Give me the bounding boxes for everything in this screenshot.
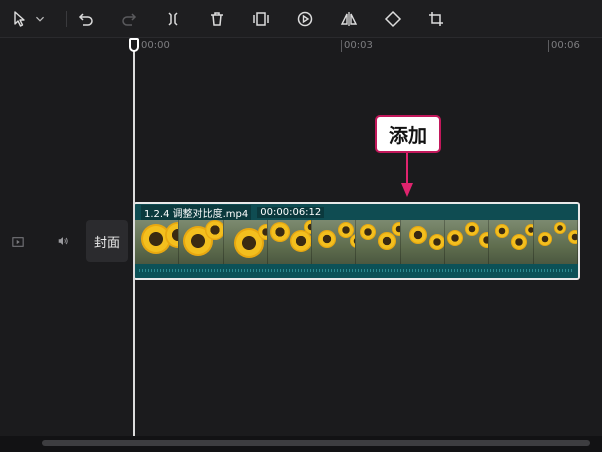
sunflower-image xyxy=(479,232,489,248)
annotation-arrow xyxy=(406,153,408,185)
sunflower-image xyxy=(567,230,577,244)
ruler-label: 00:03 xyxy=(344,40,373,51)
track-header-column: 封面 xyxy=(0,38,130,438)
video-track-icon[interactable] xyxy=(8,232,28,252)
undo-icon[interactable] xyxy=(74,7,98,31)
clip-thumbnail xyxy=(533,220,578,264)
mirror-icon[interactable] xyxy=(337,7,361,31)
time-ruler[interactable]: 00:00 00:03 00:06 xyxy=(130,38,602,58)
ruler-tick xyxy=(548,40,549,52)
sunflower-image xyxy=(537,232,552,246)
clip-filename: 1.2.4 调整对比度.mp4 xyxy=(141,204,252,220)
sunflower-image xyxy=(392,222,400,236)
sunflower-image xyxy=(447,230,464,246)
chevron-down-icon[interactable] xyxy=(32,7,48,31)
speaker-icon[interactable] xyxy=(52,230,74,252)
toolbar-divider xyxy=(66,11,67,27)
redo-icon[interactable] xyxy=(117,7,141,31)
ruler-label: 00:06 xyxy=(551,40,580,51)
sunflower-image xyxy=(408,226,427,244)
cover-button[interactable]: 封面 xyxy=(86,220,128,262)
clip-thumbnail xyxy=(179,220,224,264)
clip-duration: 00:00:06:12 xyxy=(257,206,325,218)
horizontal-scrollbar[interactable] xyxy=(0,436,602,452)
annotation-arrow-head xyxy=(401,183,413,197)
sunflower-image xyxy=(525,224,533,236)
clip-thumbnail xyxy=(445,220,490,264)
clip-thumbnail xyxy=(400,220,446,264)
sunflower-image xyxy=(378,232,397,250)
sunflower-image xyxy=(553,222,566,234)
ruler-label: 00:00 xyxy=(141,40,170,51)
playhead-handle[interactable] xyxy=(129,38,139,52)
sunflower-image xyxy=(205,220,223,240)
select-pointer-icon[interactable] xyxy=(8,7,32,31)
clip-thumbnail xyxy=(223,220,268,264)
clip-thumbnail xyxy=(356,220,401,264)
timeline-toolbar xyxy=(0,0,602,38)
sunflower-image xyxy=(428,234,445,250)
audio-waveform xyxy=(135,264,578,278)
sunflower-image xyxy=(360,224,377,240)
sunflower-image xyxy=(318,230,337,248)
delete-icon[interactable] xyxy=(205,7,229,31)
clip-thumbnail xyxy=(312,220,357,264)
sunflower-image xyxy=(495,224,510,238)
sunflower-image xyxy=(303,220,312,234)
clip-thumbnail xyxy=(267,220,313,264)
clip-thumbnail xyxy=(135,220,180,264)
clip-header: 1.2.4 调整对比度.mp4 00:00:06:12 xyxy=(135,204,578,220)
crop-icon[interactable] xyxy=(424,7,448,31)
sunflower-image xyxy=(511,234,528,250)
rotate-icon[interactable] xyxy=(381,7,405,31)
sunflower-image xyxy=(465,222,480,236)
clip-thumbnails xyxy=(135,220,578,264)
clip-thumbnail xyxy=(489,220,534,264)
split-icon[interactable] xyxy=(161,7,185,31)
video-clip[interactable]: 1.2.4 调整对比度.mp4 00:00:06:12 xyxy=(133,202,580,280)
playhead[interactable] xyxy=(129,38,139,438)
scrollbar-thumb[interactable] xyxy=(42,440,590,446)
reverse-play-icon[interactable] xyxy=(293,7,317,31)
freeze-frame-icon[interactable] xyxy=(249,7,273,31)
timeline-area[interactable]: 00:00 00:03 00:06 1.2.4 调整对比度.mp4 00:00:… xyxy=(129,38,602,438)
ruler-tick xyxy=(341,40,342,52)
sunflower-image xyxy=(269,222,290,242)
video-editor-timeline: 封面 00:00 00:03 00:06 1.2.4 调整对比度.mp4 00:… xyxy=(0,0,602,452)
annotation-callout: 添加 xyxy=(375,115,441,153)
